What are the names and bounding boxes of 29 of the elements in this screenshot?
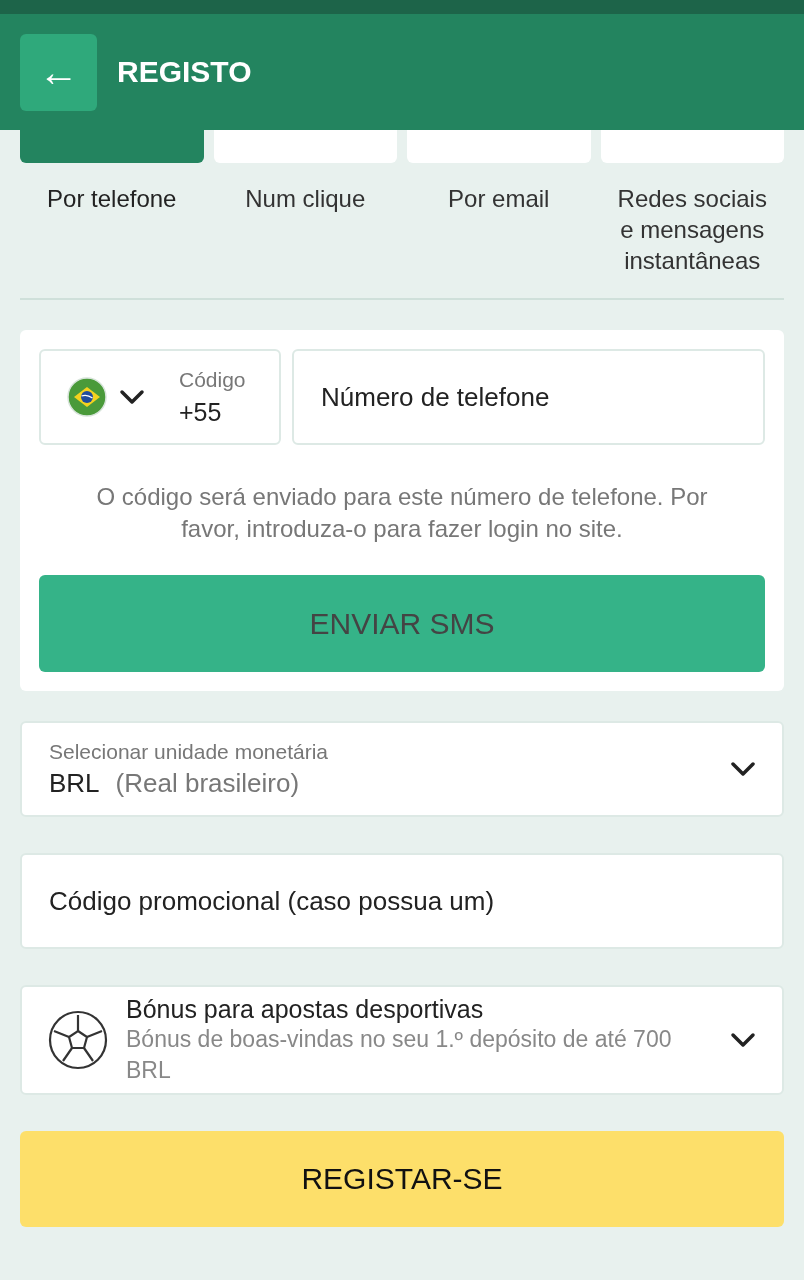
soccer-ball-icon — [48, 1010, 108, 1070]
currency-name: (Real brasileiro) — [115, 767, 300, 798]
chevron-down-icon — [730, 1032, 756, 1048]
code-value: +55 — [179, 397, 223, 427]
tab-label[interactable]: Redes sociais e mensagens instantâneas — [600, 183, 784, 276]
bonus-select[interactable]: Bónus para apostas desportivas Bónus de boas-vindas no seu 1.º depósito de até 700 BRL — [20, 985, 784, 1095]
chevron-down-icon — [730, 761, 756, 777]
tab[interactable] — [20, 130, 204, 163]
tab-label[interactable]: Por email — [438, 183, 560, 214]
hint-text: O código será enviado para este número de telefone. Por favor, introduza-o para fazer login no site. — [95, 482, 709, 544]
send-sms-button[interactable]: ENVIAR SMS — [39, 575, 765, 672]
flag-icon — [67, 377, 107, 417]
tab[interactable] — [407, 130, 591, 163]
bonus-title: Bónus para apostas desportivas — [126, 994, 485, 1024]
register-button[interactable]: REGISTAR-SE — [20, 1131, 784, 1227]
code-label: Código — [179, 367, 246, 392]
country-code-select[interactable]: Código +55 — [39, 349, 281, 445]
chevron-down-icon — [119, 389, 145, 405]
tab-label[interactable]: Por telefone — [37, 183, 187, 214]
tab[interactable] — [600, 130, 784, 163]
currency-code: BRL — [49, 767, 100, 798]
bonus-description: Bónus de boas-vindas no seu 1.º depósito de até 700 BRL — [126, 1024, 673, 1085]
tab[interactable] — [213, 130, 397, 163]
currency-select[interactable]: Selecionar unidade monetária BRL (Real brasileiro) — [20, 721, 784, 817]
promo-code-field[interactable]: Código promocional (caso possua um) — [20, 853, 784, 949]
currency-label: Selecionar unidade monetária — [49, 739, 330, 764]
page-title: REGISTO — [117, 55, 252, 89]
phone-field[interactable]: Número de telefone — [292, 349, 765, 445]
tab-label[interactable]: Num clique — [235, 183, 376, 214]
